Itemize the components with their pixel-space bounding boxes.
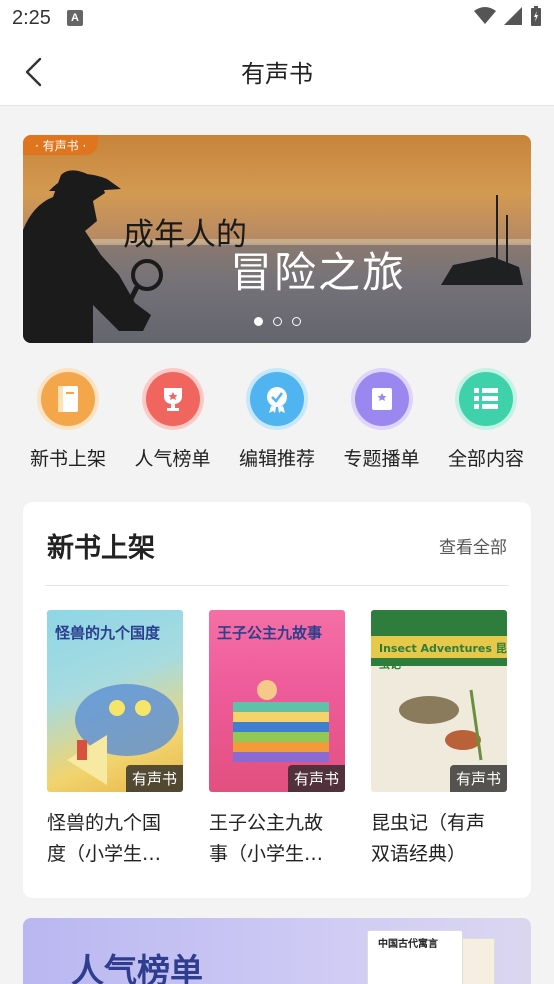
cover-title: 中国古代寓言: [378, 939, 438, 950]
category-label: 全部内容: [447, 448, 524, 470]
section-title: 人气榜单: [71, 951, 203, 984]
carousel-dot[interactable]: [253, 317, 263, 326]
list-icon: [459, 372, 513, 426]
page-title: 有声书: [241, 60, 313, 88]
carousel-dot[interactable]: [272, 317, 282, 326]
book-item[interactable]: Insect Adventures 昆虫记 有声书 昆虫记（有声 双语经典）: [371, 610, 507, 870]
book-title: 昆虫记（有声 双语经典）: [371, 812, 486, 865]
book-title: 王子公主九故 事（小学生…: [209, 812, 324, 865]
banner-headline-2: 冒险之旅: [230, 248, 407, 297]
book-cover: 怪兽的九个国度 有声书: [47, 610, 183, 792]
divider: [45, 585, 509, 586]
category-label: 人气榜单: [134, 448, 211, 470]
category-playlists[interactable]: 专题播单: [330, 372, 434, 471]
signal-icon: [504, 7, 522, 25]
book-item[interactable]: 王子公主九故事 有声书 王子公主九故 事（小学生…: [209, 610, 345, 870]
category-editor-picks[interactable]: 编辑推荐: [225, 372, 329, 471]
status-time: 2:25: [12, 6, 51, 29]
book-cover: Insect Adventures 昆虫记 有声书: [371, 610, 507, 792]
book-item[interactable]: 怪兽的九个国度 有声书 怪兽的九个国 度（小学生…: [47, 610, 183, 870]
category-label: 编辑推荐: [238, 448, 315, 470]
new-books-section: 新书上架 查看全部 怪兽的九个国度 有声书 怪兽的九个国 度（小学生… 王子公主…: [23, 502, 531, 898]
book-icon: [41, 372, 95, 426]
cover-title: 怪兽的九个国度: [55, 624, 161, 642]
bookmark-icon: [354, 372, 409, 426]
book-title: 怪兽的九个国 度（小学生…: [47, 812, 162, 865]
banner-tag: · 有声书 ·: [23, 135, 99, 155]
battery-icon: [531, 6, 541, 26]
audiobook-badge: 有声书: [125, 765, 183, 792]
audiobook-badge: 有声书: [449, 765, 507, 792]
category-label: 专题播单: [343, 448, 420, 470]
medal-icon: [250, 372, 304, 426]
banner-headline-1: 成年人的: [123, 217, 247, 253]
wifi-icon: [474, 7, 496, 24]
notification-icon: A: [66, 10, 83, 26]
cover-title: Insect Adventures 昆虫记: [379, 642, 507, 671]
popular-ranking-banner[interactable]: 人气榜单 中国古代寓言: [23, 918, 531, 984]
category-shortcuts: 新书上架 人气榜单 编辑推荐 专题播单 全部内容: [16, 372, 538, 471]
trophy-icon: [145, 372, 200, 426]
carousel-indicator: [23, 317, 531, 326]
book-cover: 中国古代寓言: [367, 930, 463, 984]
book-cover: 王子公主九故事 有声书: [209, 610, 345, 792]
status-bar: 2:25 A: [0, 0, 554, 36]
view-all-link[interactable]: 查看全部: [439, 533, 507, 558]
category-popular[interactable]: 人气榜单: [121, 372, 225, 471]
category-label: 新书上架: [29, 448, 106, 470]
carousel-dot[interactable]: [291, 317, 301, 326]
category-new-books[interactable]: 新书上架: [16, 372, 120, 471]
audiobook-badge: 有声书: [287, 765, 345, 792]
promo-banner[interactable]: · 有声书 · 成年人的 冒险之旅: [23, 135, 531, 343]
section-title: 新书上架: [47, 533, 155, 564]
status-icons: [474, 6, 542, 26]
cover-title: 王子公主九故事: [217, 624, 323, 642]
top-nav-bar: 有声书: [0, 36, 554, 106]
category-all-content[interactable]: 全部内容: [434, 372, 538, 471]
